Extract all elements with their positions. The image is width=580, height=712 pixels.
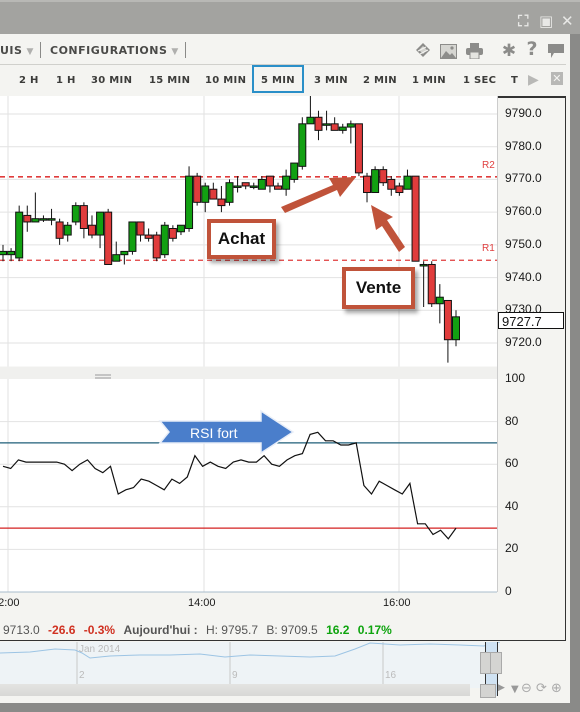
navigator-series xyxy=(0,642,500,684)
navigator[interactable]: Jan 2014 2 9 16 xyxy=(0,642,500,688)
zoom-in-icon[interactable]: ⊕ xyxy=(551,681,562,696)
collapse-icon[interactable]: ▼ xyxy=(511,684,519,695)
day-change: 16.2 xyxy=(326,623,350,637)
reset-icon[interactable]: ⟳ xyxy=(536,681,547,696)
day-high: H: 9795.7 xyxy=(205,623,259,637)
navigator-scrollbar[interactable] xyxy=(0,684,470,696)
rsi-strong-label: RSI fort xyxy=(190,425,238,441)
day-change-percent: 0.17% xyxy=(357,623,392,637)
sell-arrow xyxy=(371,205,405,252)
navigator-handle-right[interactable] xyxy=(490,652,502,674)
buy-arrow xyxy=(281,177,356,213)
zoom-out-icon[interactable]: ⊖ xyxy=(521,681,532,696)
change-percent: -0.3% xyxy=(83,623,116,637)
day-low: B: 9709.5 xyxy=(266,623,318,637)
annotation-overlay xyxy=(158,177,405,455)
info-bar: 9713.0 -26.6 -0.3% Aujourd'hui : H: 9795… xyxy=(3,623,397,637)
navigator-month-label: Jan 2014 xyxy=(79,644,121,655)
scrollbar-thumb[interactable] xyxy=(480,684,496,698)
navigator-day-label: 2 xyxy=(79,670,85,681)
navigator-day-label: 9 xyxy=(232,670,238,681)
scroll-right-icon[interactable]: ▶ xyxy=(498,683,505,693)
last-price: 9713.0 xyxy=(3,623,40,637)
today-label: Aujourd'hui : xyxy=(123,623,198,637)
navigator-day-label: 16 xyxy=(385,670,397,681)
change-value: -26.6 xyxy=(48,623,76,637)
